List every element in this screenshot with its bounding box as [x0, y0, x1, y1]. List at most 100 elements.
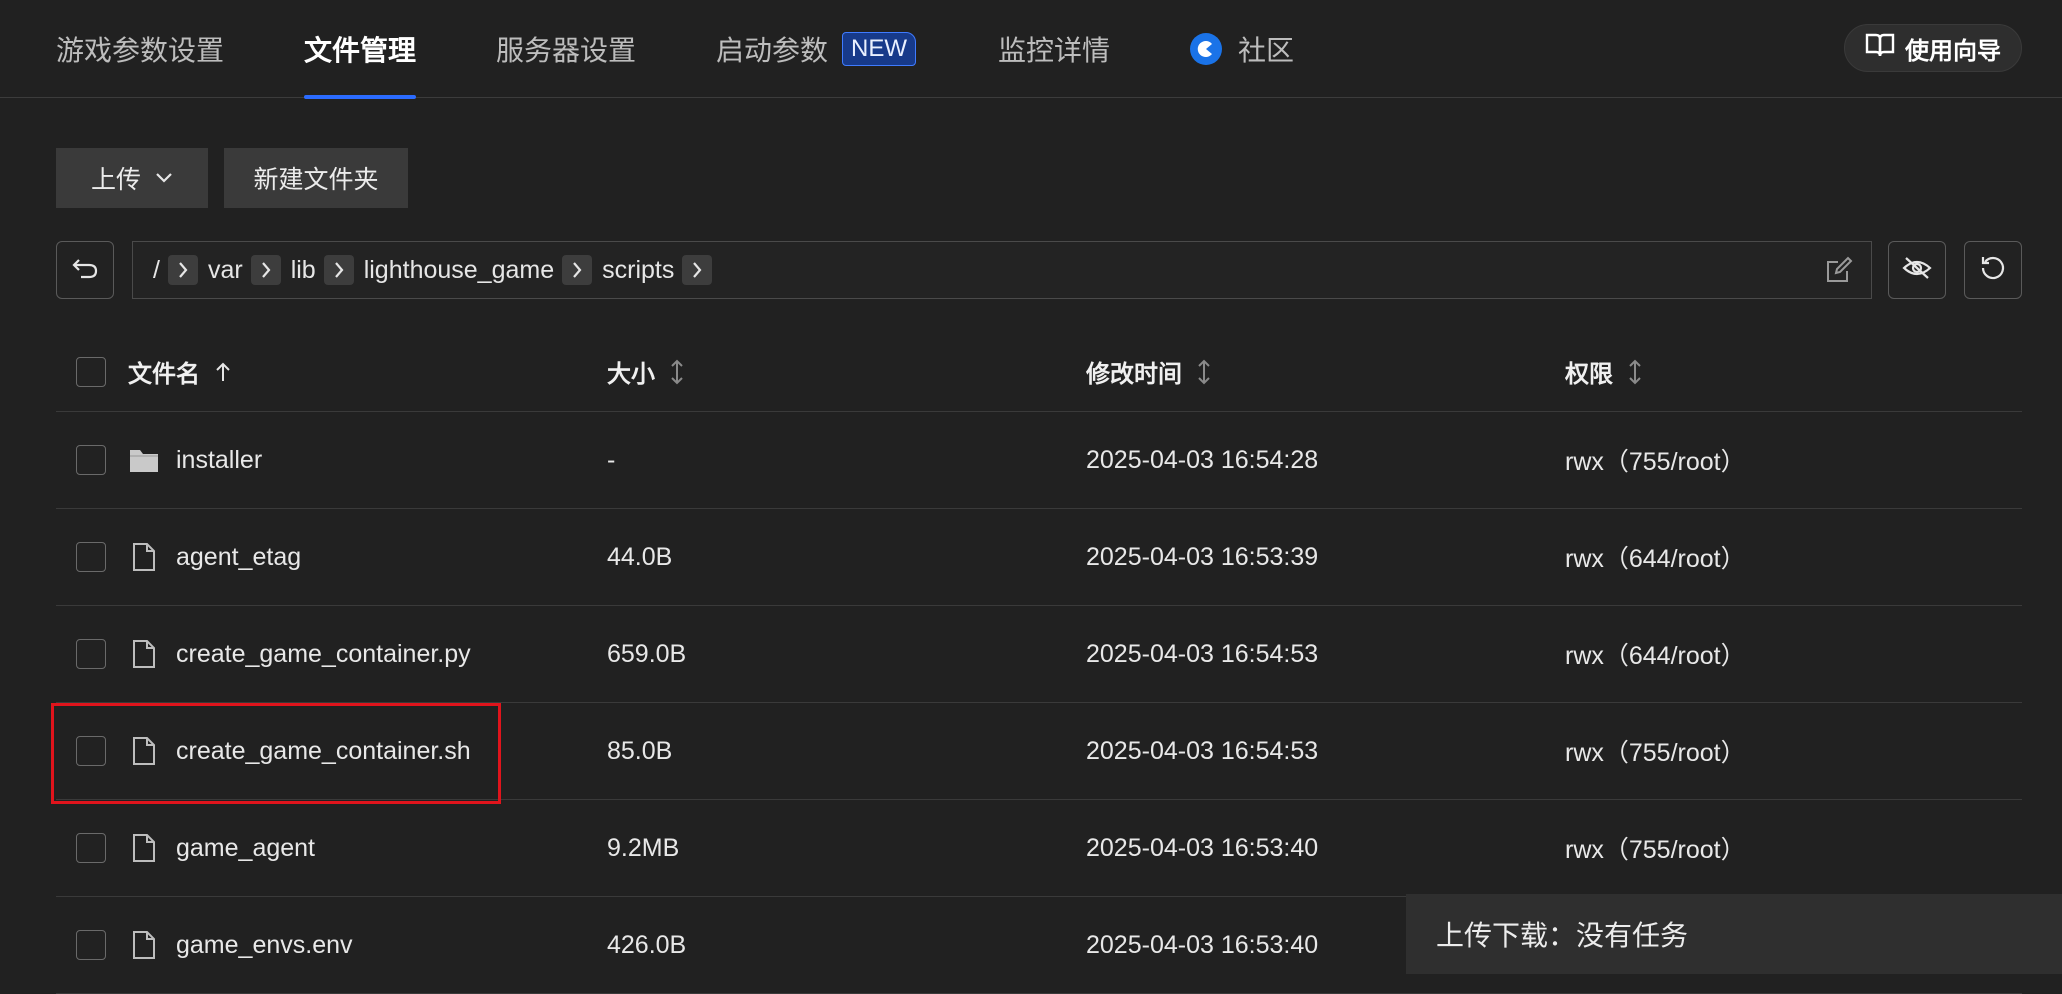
- file-perm: rwx（644/root）: [1565, 642, 1746, 670]
- table-row[interactable]: create_game_container.py 659.0B 2025-04-…: [56, 606, 2022, 703]
- tab-launch-params[interactable]: 启动参数 NEW: [716, 0, 917, 98]
- refresh-button[interactable]: [1964, 241, 2022, 299]
- file-mtime: 2025-04-03 16:53:39: [1086, 542, 1319, 571]
- file-mtime: 2025-04-03 16:53:40: [1086, 930, 1319, 959]
- upload-button[interactable]: 上传: [56, 148, 208, 208]
- file-perm: rwx（644/root）: [1565, 545, 1746, 573]
- file-name-cell[interactable]: create_game_container.sh: [128, 703, 471, 799]
- row-checkbox-cell: [76, 897, 106, 993]
- tab-label: 监控详情: [998, 35, 1111, 66]
- breadcrumb-segment[interactable]: scripts: [602, 256, 674, 285]
- chevron-right-icon: [250, 255, 281, 285]
- file-name[interactable]: installer: [176, 446, 262, 475]
- header-name-label: 文件名: [128, 361, 200, 388]
- file-name-cell[interactable]: agent_etag: [128, 509, 301, 605]
- chevron-right-icon: [562, 255, 593, 285]
- sort-icon: [1627, 359, 1643, 385]
- header-checkbox-cell: [76, 332, 106, 411]
- row-checkbox[interactable]: [76, 930, 106, 960]
- eye-off-icon: [1902, 256, 1932, 285]
- file-mtime: 2025-04-03 16:54:53: [1086, 639, 1319, 668]
- breadcrumb-segment[interactable]: lighthouse_game: [364, 256, 554, 285]
- file-icon: [128, 542, 160, 572]
- folder-icon: [128, 446, 160, 474]
- breadcrumb-segment[interactable]: lib: [291, 256, 316, 285]
- table-header: 文件名 大小 修改时间 权限: [56, 332, 2022, 412]
- table-row[interactable]: installer - 2025-04-03 16:54:28 rwx（755/…: [56, 412, 2022, 509]
- row-checkbox[interactable]: [76, 639, 106, 669]
- row-checkbox[interactable]: [76, 736, 106, 766]
- row-checkbox-cell: [76, 800, 106, 896]
- undo-arrow-icon: [71, 256, 99, 285]
- select-all-checkbox[interactable]: [76, 356, 106, 387]
- sort-ascending-icon: [214, 361, 232, 383]
- row-checkbox-cell: [76, 412, 106, 508]
- row-checkbox-cell: [76, 509, 106, 605]
- edit-path-icon[interactable]: [1825, 256, 1853, 291]
- breadcrumb-root[interactable]: /: [153, 256, 160, 285]
- community-logo-icon: [1190, 33, 1222, 65]
- breadcrumb-segment[interactable]: var: [208, 256, 243, 285]
- new-folder-button[interactable]: 新建文件夹: [224, 148, 408, 208]
- header-name[interactable]: 文件名: [128, 332, 232, 411]
- chevron-down-icon: [155, 172, 173, 184]
- toggle-hidden-files-button[interactable]: [1888, 241, 1946, 299]
- file-name-cell[interactable]: game_agent: [128, 800, 315, 896]
- table-row[interactable]: agent_etag 44.0B 2025-04-03 16:53:39 rwx…: [56, 509, 2022, 606]
- file-size: 9.2MB: [607, 833, 680, 862]
- file-size: 659.0B: [607, 639, 687, 668]
- tab-server-settings[interactable]: 服务器设置: [496, 0, 636, 98]
- chevron-right-icon: [682, 255, 713, 285]
- file-name[interactable]: agent_etag: [176, 543, 301, 572]
- file-icon: [128, 639, 160, 669]
- top-tab-bar: 游戏参数设置 文件管理 服务器设置 启动参数 NEW 监控详情 社区 使用向导: [0, 0, 2062, 99]
- header-mtime[interactable]: 修改时间: [1086, 332, 1212, 411]
- file-size: 426.0B: [607, 930, 687, 959]
- tab-label: 社区: [1238, 35, 1295, 66]
- path-breadcrumb[interactable]: / var lib lighthouse_game scripts: [132, 241, 1872, 299]
- file-mtime: 2025-04-03 16:54:28: [1086, 445, 1319, 474]
- guide-button[interactable]: 使用向导: [1844, 24, 2022, 72]
- header-perm[interactable]: 权限: [1565, 332, 1643, 411]
- header-size[interactable]: 大小: [607, 332, 685, 411]
- header-perm-label: 权限: [1565, 361, 1613, 388]
- file-mtime: 2025-04-03 16:54:53: [1086, 736, 1319, 765]
- header-mtime-label: 修改时间: [1086, 361, 1182, 388]
- tab-label: 启动参数: [716, 35, 829, 66]
- tab-community[interactable]: 社区: [1190, 0, 1294, 98]
- table-row[interactable]: create_game_container.sh 85.0B 2025-04-0…: [56, 703, 2022, 800]
- header-size-label: 大小: [607, 361, 655, 388]
- upload-status-text: 上传下载：没有任务: [1436, 920, 1689, 951]
- new-folder-button-label: 新建文件夹: [253, 166, 379, 194]
- tab-monitoring[interactable]: 监控详情: [998, 0, 1110, 98]
- table-row[interactable]: game_agent 9.2MB 2025-04-03 16:53:40 rwx…: [56, 800, 2022, 897]
- refresh-icon: [1979, 254, 2007, 287]
- guide-button-label: 使用向导: [1905, 37, 2001, 65]
- file-name-cell[interactable]: installer: [128, 412, 262, 508]
- tab-label: 游戏参数设置: [56, 35, 225, 66]
- tab-game-settings[interactable]: 游戏参数设置: [56, 0, 224, 98]
- file-size: -: [607, 445, 616, 474]
- tab-label: 文件管理: [304, 35, 417, 66]
- back-button[interactable]: [56, 241, 114, 299]
- upload-status-panel[interactable]: 上传下载：没有任务: [1406, 894, 2062, 974]
- upload-button-label: 上传: [90, 166, 141, 194]
- file-name[interactable]: game_agent: [176, 834, 315, 863]
- file-name[interactable]: create_game_container.py: [176, 640, 471, 669]
- file-icon: [128, 736, 160, 766]
- row-checkbox[interactable]: [76, 542, 106, 572]
- file-name[interactable]: game_envs.env: [176, 931, 353, 960]
- new-badge: NEW: [842, 32, 917, 66]
- row-checkbox[interactable]: [76, 445, 106, 475]
- file-name[interactable]: create_game_container.sh: [176, 737, 471, 766]
- tab-file-management[interactable]: 文件管理: [304, 0, 417, 99]
- file-name-cell[interactable]: game_envs.env: [128, 897, 353, 993]
- file-mtime: 2025-04-03 16:53:40: [1086, 833, 1319, 862]
- row-checkbox[interactable]: [76, 833, 106, 863]
- row-checkbox-cell: [76, 606, 106, 702]
- file-perm: rwx（755/root）: [1565, 739, 1746, 767]
- chevron-right-icon: [167, 255, 198, 285]
- file-name-cell[interactable]: create_game_container.py: [128, 606, 471, 702]
- row-checkbox-cell: [76, 703, 106, 799]
- sort-icon: [1196, 359, 1212, 385]
